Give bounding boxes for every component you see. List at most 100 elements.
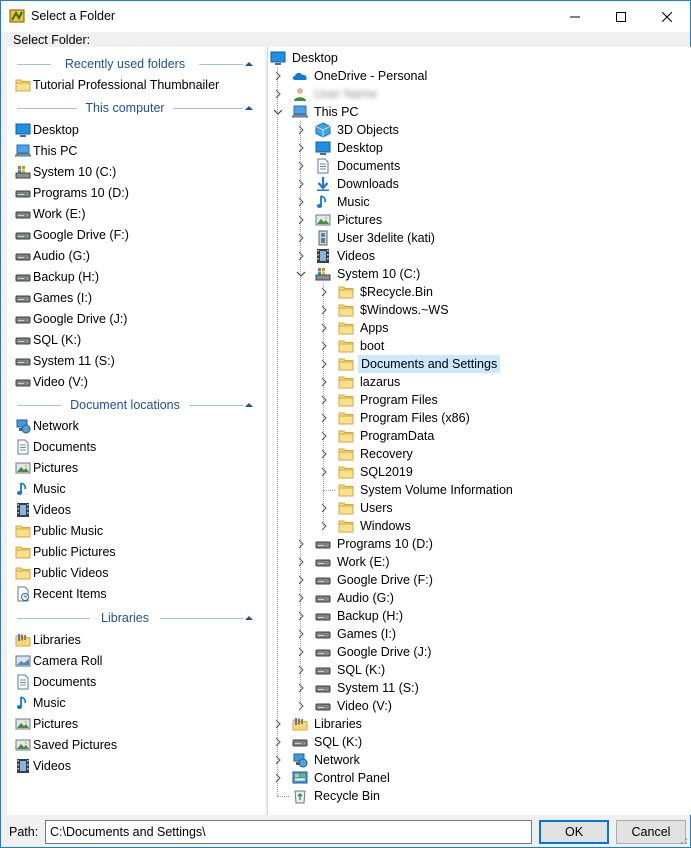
tree-node[interactable]: Desktop: [295, 139, 385, 157]
tree-node[interactable]: Downloads: [295, 175, 401, 193]
chevron-right-icon[interactable]: [318, 322, 330, 334]
tree-node[interactable]: Documents and Settings: [318, 355, 501, 373]
chevron-right-icon[interactable]: [318, 340, 330, 352]
place-item[interactable]: Recent Items: [15, 583, 107, 604]
tree-node[interactable]: Program Files (x86): [318, 409, 472, 427]
chevron-right-icon[interactable]: [318, 502, 330, 514]
tree-node[interactable]: Backup (H:): [295, 607, 405, 625]
maximize-button[interactable]: [598, 1, 644, 32]
tree-node[interactable]: Games (I:): [295, 625, 398, 643]
tree-node[interactable]: SQL2019: [318, 463, 415, 481]
tree-node[interactable]: System 11 (S:): [295, 679, 421, 697]
place-item[interactable]: Google Drive (J:): [15, 308, 127, 329]
chevron-right-icon[interactable]: [272, 70, 284, 82]
chevron-right-icon[interactable]: [272, 772, 284, 784]
ok-button[interactable]: OK: [539, 820, 609, 844]
chevron-right-icon[interactable]: [295, 700, 307, 712]
tree-node[interactable]: Control Panel: [272, 769, 392, 787]
place-item[interactable]: System 11 (S:): [15, 350, 115, 371]
chevron-right-icon[interactable]: [318, 286, 330, 298]
tree-node[interactable]: Documents: [295, 157, 402, 175]
tree-node[interactable]: Google Drive (J:): [295, 643, 433, 661]
tree-node[interactable]: Windows: [318, 517, 413, 535]
chevron-right-icon[interactable]: [318, 358, 330, 370]
tree-node[interactable]: Music: [295, 193, 372, 211]
collapse-caret-icon[interactable]: [243, 102, 255, 114]
tree-node[interactable]: Users: [318, 499, 395, 517]
resize-grip-icon[interactable]: [678, 835, 688, 845]
place-item[interactable]: Backup (H:): [15, 266, 99, 287]
place-item[interactable]: System 10 (C:): [15, 161, 116, 182]
place-item[interactable]: This PC: [13, 140, 77, 161]
tree-node[interactable]: User 3delite (kati): [295, 229, 437, 247]
chevron-right-icon[interactable]: [318, 412, 330, 424]
place-item[interactable]: Desktop: [15, 119, 79, 140]
section-header-libraries[interactable]: Libraries: [7, 610, 265, 628]
place-item[interactable]: Work (E:): [15, 203, 86, 224]
place-item[interactable]: SQL (K:): [15, 329, 81, 350]
place-item[interactable]: Documents: [15, 671, 96, 692]
chevron-right-icon[interactable]: [318, 466, 330, 478]
tree-node[interactable]: Network: [272, 751, 362, 769]
minimize-button[interactable]: [552, 1, 598, 32]
tree-node[interactable]: Videos: [295, 247, 377, 265]
chevron-right-icon[interactable]: [272, 718, 284, 730]
tree-node[interactable]: Pictures: [295, 211, 384, 229]
tree-node[interactable]: 3D Objects: [295, 121, 401, 139]
chevron-right-icon[interactable]: [295, 592, 307, 604]
tree-node[interactable]: SQL (K:): [295, 661, 387, 679]
chevron-right-icon[interactable]: [318, 394, 330, 406]
chevron-right-icon[interactable]: [295, 232, 307, 244]
tree-node[interactable]: OneDrive - Personal: [272, 67, 429, 85]
chevron-right-icon[interactable]: [295, 556, 307, 568]
tree-node[interactable]: Google Drive (F:): [295, 571, 435, 589]
collapse-caret-icon[interactable]: [243, 612, 255, 624]
chevron-right-icon[interactable]: [295, 214, 307, 226]
chevron-right-icon[interactable]: [295, 538, 307, 550]
place-item[interactable]: Music: [15, 692, 66, 713]
chevron-right-icon[interactable]: [318, 520, 330, 532]
tree-node[interactable]: Recycle Bin: [272, 787, 382, 805]
path-input[interactable]: [45, 820, 532, 844]
tree-node[interactable]: ProgramData: [318, 427, 436, 445]
place-item[interactable]: Pictures: [15, 457, 78, 478]
chevron-right-icon[interactable]: [318, 448, 330, 460]
cancel-button[interactable]: Cancel: [616, 820, 686, 844]
tree-node[interactable]: System 10 (C:): [295, 265, 422, 283]
chevron-right-icon[interactable]: [318, 304, 330, 316]
tree-node[interactable]: lazarus: [318, 373, 402, 391]
chevron-right-icon[interactable]: [295, 610, 307, 622]
tree-node[interactable]: $Windows.~WS: [318, 301, 451, 319]
close-button[interactable]: [644, 1, 690, 32]
chevron-right-icon[interactable]: [272, 736, 284, 748]
chevron-right-icon[interactable]: [295, 250, 307, 262]
tree-node[interactable]: Apps: [318, 319, 391, 337]
chevron-right-icon[interactable]: [272, 88, 284, 100]
place-item[interactable]: Pictures: [15, 713, 78, 734]
chevron-right-icon[interactable]: [318, 430, 330, 442]
chevron-right-icon[interactable]: [295, 160, 307, 172]
tree-node[interactable]: Desktop: [270, 49, 340, 67]
chevron-right-icon[interactable]: [295, 124, 307, 136]
place-item[interactable]: Music: [15, 478, 66, 499]
place-item[interactable]: Network: [15, 415, 79, 436]
section-header-this-computer[interactable]: This computer: [7, 100, 265, 118]
chevron-right-icon[interactable]: [295, 178, 307, 190]
chevron-right-icon[interactable]: [318, 376, 330, 388]
tree-node[interactable]: Program Files: [318, 391, 440, 409]
chevron-right-icon[interactable]: [295, 682, 307, 694]
place-item[interactable]: Saved Pictures: [15, 734, 117, 755]
chevron-right-icon[interactable]: [295, 574, 307, 586]
tree-node[interactable]: User Name: [272, 85, 379, 103]
chevron-right-icon[interactable]: [295, 142, 307, 154]
tree-node[interactable]: $Recycle.Bin: [318, 283, 435, 301]
place-item[interactable]: Documents: [15, 436, 96, 457]
place-item[interactable]: Videos: [15, 499, 71, 520]
tree-node[interactable]: Libraries: [272, 715, 364, 733]
tree-node[interactable]: Work (E:): [295, 553, 392, 571]
chevron-right-icon[interactable]: [295, 196, 307, 208]
place-item[interactable]: Public Pictures: [15, 541, 116, 562]
tree-node[interactable]: Programs 10 (D:): [295, 535, 435, 553]
chevron-right-icon[interactable]: [295, 646, 307, 658]
collapse-caret-icon[interactable]: [243, 399, 255, 411]
